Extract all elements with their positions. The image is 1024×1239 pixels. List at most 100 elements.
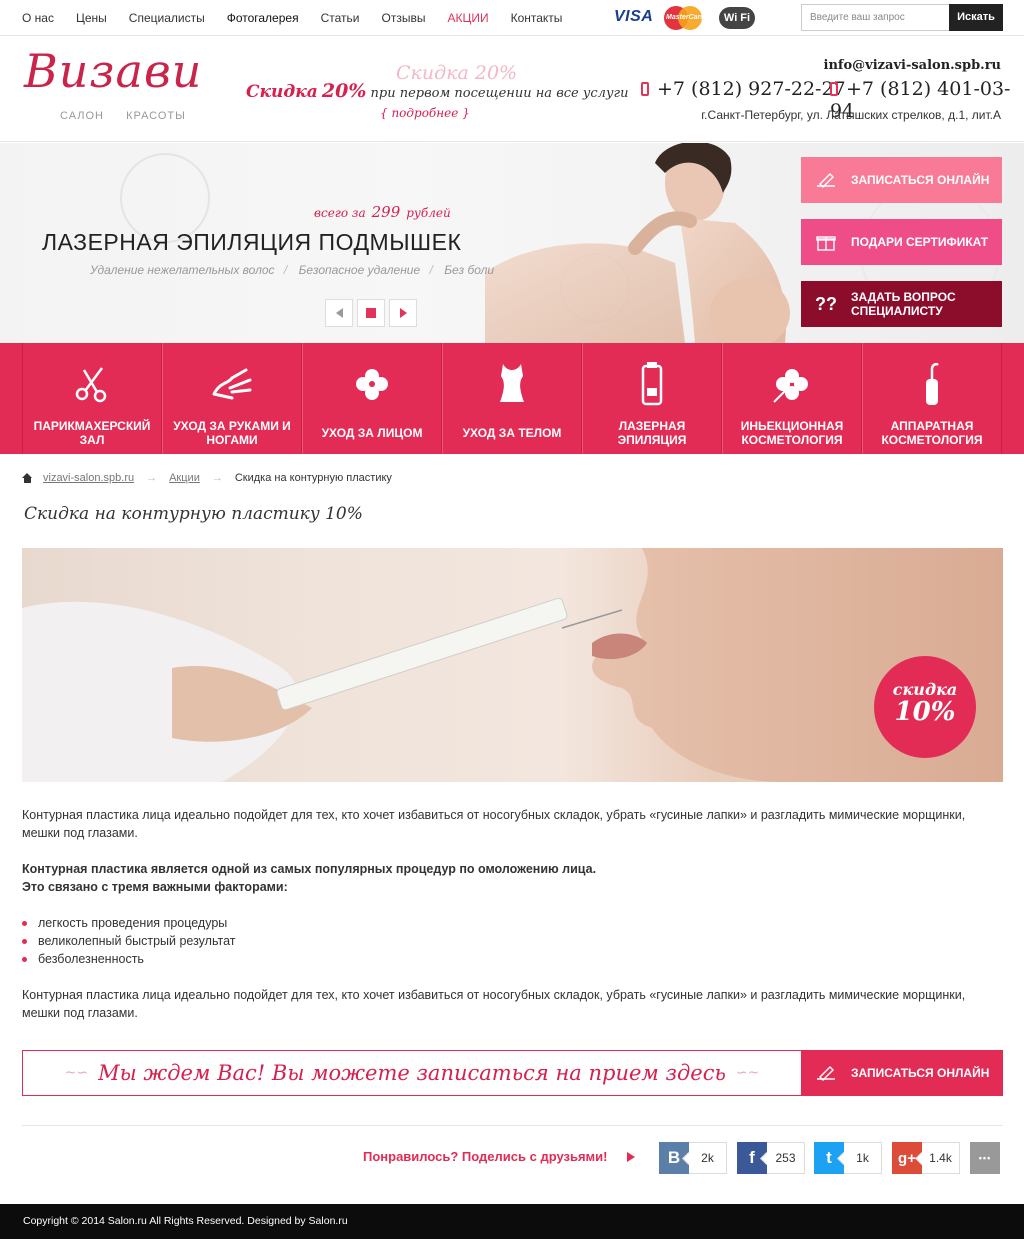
category-body-care[interactable]: УХОД ЗА ТЕЛОМ xyxy=(442,343,582,454)
pencil-icon xyxy=(801,172,851,188)
hero-title: ЛАЗЕРНАЯ ЭПИЛЯЦИЯ ПОДМЫШЕК xyxy=(42,229,462,255)
hero-separator: / xyxy=(283,263,288,277)
arrow-left-icon xyxy=(335,308,343,318)
gift-certificate-button[interactable]: ПОДАРИ СЕРТИФИКАТ xyxy=(801,219,1002,265)
swirl-right-icon: ∽~ xyxy=(735,1065,760,1081)
top-navigation: О нас Цены Специалисты Фотогалерея Стать… xyxy=(0,0,1024,36)
breadcrumb-home-link[interactable]: vizavi-salon.spb.ru xyxy=(43,472,134,484)
badge-value: 10% xyxy=(894,697,956,727)
logo-sub-salon: САЛОН xyxy=(60,110,104,122)
logo[interactable]: Визави xyxy=(24,44,202,98)
promo-more-label: подробнее xyxy=(391,106,459,120)
home-icon[interactable] xyxy=(22,473,33,483)
service-categories: ПАРИКМАХЕРСКИЙ ЗАЛ УХОД ЗА РУКАМИ И НОГА… xyxy=(0,343,1024,454)
category-laser-epilation[interactable]: ЛАЗЕРНАЯ ЭПИЛЯЦИЯ xyxy=(582,343,722,454)
site-header: Визави САЛОН КРАСОТЫ Скидка 20% Скидка 2… xyxy=(0,36,1024,142)
breadcrumb-section-link[interactable]: Акции xyxy=(169,472,200,484)
promo-image xyxy=(22,548,1003,782)
list-item: безболезненность xyxy=(22,950,235,968)
header-email[interactable]: info@vizavi-salon.spb.ru xyxy=(824,58,1002,73)
menu-item-promotions[interactable]: АКЦИИ xyxy=(447,11,488,25)
phone-1-label: +7 (812) 927-22-27 xyxy=(657,78,846,100)
search-input[interactable]: Введите ваш запрос xyxy=(801,4,949,31)
search-form: Введите ваш запрос Искать xyxy=(801,4,1003,31)
ask-specialist-button[interactable]: ?? ЗАДАТЬ ВОПРОС СПЕЦИАЛИСТУ xyxy=(801,281,1002,327)
hero-price-prefix: всего за xyxy=(314,206,366,220)
facebook-count: 253 xyxy=(767,1142,805,1174)
phone-icon xyxy=(830,82,838,96)
category-hairdressing[interactable]: ПАРИКМАХЕРСКИЙ ЗАЛ xyxy=(22,343,162,454)
category-hands-feet[interactable]: УХОД ЗА РУКАМИ И НОГАМИ xyxy=(162,343,302,454)
search-button[interactable]: Искать xyxy=(949,4,1003,31)
cta-text-wrap: ~∽ Мы ждем Вас! Вы можете записаться на … xyxy=(23,1051,801,1095)
menu-item-specialists[interactable]: Специалисты xyxy=(129,11,205,25)
menu-item-reviews[interactable]: Отзывы xyxy=(381,11,425,25)
category-label: ЛАЗЕРНАЯ ЭПИЛЯЦИЯ xyxy=(617,419,687,447)
laser-icon xyxy=(583,361,721,407)
slider-pause-button[interactable] xyxy=(357,299,385,327)
menu-item-articles[interactable]: Статьи xyxy=(321,11,360,25)
ask-specialist-label: ЗАДАТЬ ВОПРОС СПЕЦИАЛИСТУ xyxy=(851,290,956,318)
hero-sub-1: Удаление нежелательных волос xyxy=(90,263,275,277)
share-vk[interactable]: В 2k xyxy=(659,1142,727,1174)
promo-more-link[interactable]: { подробнее } xyxy=(380,106,470,120)
hero-price-suffix: рублей xyxy=(406,206,451,220)
breadcrumb-arrow-icon: → xyxy=(211,472,223,484)
breadcrumb: vizavi-salon.spb.ru → Акции → Скидка на … xyxy=(22,472,392,484)
category-device-cosmetology[interactable]: АППАРАТНАЯ КОСМЕТОЛОГИЯ xyxy=(862,343,1002,454)
share-arrow-icon xyxy=(627,1152,635,1162)
injection-flower-icon xyxy=(723,361,861,407)
cta-button-label: ЗАПИСАТЬСЯ ОНЛАЙН xyxy=(851,1066,990,1080)
list-item: легкость проведения процедуры xyxy=(22,914,235,932)
mastercard-logo-icon: MasterCard xyxy=(664,6,705,30)
mastercard-text: MasterCard xyxy=(666,14,705,21)
gift-icon xyxy=(801,232,851,252)
category-label: ИНЬЕКЦИОННАЯ КОСМЕТОЛОГИЯ xyxy=(740,419,844,447)
footer-copyright: Copyright © 2014 Salon.ru All Rights Res… xyxy=(23,1215,348,1227)
gift-certificate-label: ПОДАРИ СЕРТИФИКАТ xyxy=(851,235,989,249)
menu-item-contacts[interactable]: Контакты xyxy=(511,11,563,25)
main-menu: О нас Цены Специалисты Фотогалерея Стать… xyxy=(22,0,584,36)
cta-book-online-button[interactable]: ЗАПИСАТЬСЯ ОНЛАЙН xyxy=(801,1051,1002,1095)
menu-item-gallery[interactable]: Фотогалерея xyxy=(227,11,299,25)
closing-paragraph: Контурная пластика лица идеально подойде… xyxy=(22,988,966,1020)
book-online-button[interactable]: ЗАПИСАТЬСЯ ОНЛАЙН xyxy=(801,157,1002,203)
syringe-lips-illustration xyxy=(22,548,1003,782)
share-facebook[interactable]: f 253 xyxy=(737,1142,805,1174)
menu-item-prices[interactable]: Цены xyxy=(76,11,107,25)
woman-illustration xyxy=(485,143,790,343)
promo-text: при первом посещении на все услуги xyxy=(370,86,629,101)
cta-text: Мы ждем Вас! Вы можете записаться на при… xyxy=(98,1061,726,1085)
more-icon[interactable]: ••• xyxy=(970,1142,1000,1174)
discount-badge: скидка 10% xyxy=(874,656,976,758)
slider-prev-button[interactable] xyxy=(325,299,353,327)
hand-icon xyxy=(163,361,301,407)
highlight-line-1: Контурная пластика является одной из сам… xyxy=(22,862,597,876)
header-phone-1[interactable]: +7 (812) 927-22-27 xyxy=(641,78,846,100)
device-icon xyxy=(863,361,1001,407)
share-label: Понравилось? Поделись с друзьями! xyxy=(363,1149,608,1164)
header-promo: Скидка 20% при первом посещении на все у… xyxy=(246,80,628,102)
share-google-plus[interactable]: g+ 1.4k xyxy=(892,1142,960,1174)
footer: Copyright © 2014 Salon.ru All Rights Res… xyxy=(0,1204,1024,1239)
slider-next-button[interactable] xyxy=(389,299,417,327)
stop-icon xyxy=(366,308,376,318)
category-face-care[interactable]: УХОД ЗА ЛИЦОМ xyxy=(302,343,442,454)
hero-price: всего за 299 рублей xyxy=(314,203,451,221)
menu-item-about[interactable]: О нас xyxy=(22,11,54,25)
book-online-label: ЗАПИСАТЬСЯ ОНЛАЙН xyxy=(851,173,990,187)
wifi-icon: Wi Fi xyxy=(719,7,755,29)
highlight-paragraph: Контурная пластика является одной из сам… xyxy=(22,860,982,896)
breadcrumb-arrow-icon: → xyxy=(146,472,158,484)
category-injection-cosmetology[interactable]: ИНЬЕКЦИОННАЯ КОСМЕТОЛОГИЯ xyxy=(722,343,862,454)
share-twitter[interactable]: t 1k xyxy=(814,1142,882,1174)
flower-icon xyxy=(303,361,441,407)
share-more[interactable]: ••• xyxy=(970,1142,1000,1174)
question-icon: ?? xyxy=(815,293,837,314)
logo-subtitle: САЛОН КРАСОТЫ xyxy=(60,110,204,122)
category-label: АППАРАТНАЯ КОСМЕТОЛОГИЯ xyxy=(881,419,983,447)
logo-sub-beauty: КРАСОТЫ xyxy=(126,110,186,122)
category-label: ПАРИКМАХЕРСКИЙ ЗАЛ xyxy=(33,419,151,447)
swirl-left-icon: ~∽ xyxy=(64,1065,89,1081)
category-label: УХОД ЗА ЛИЦОМ xyxy=(321,426,423,440)
